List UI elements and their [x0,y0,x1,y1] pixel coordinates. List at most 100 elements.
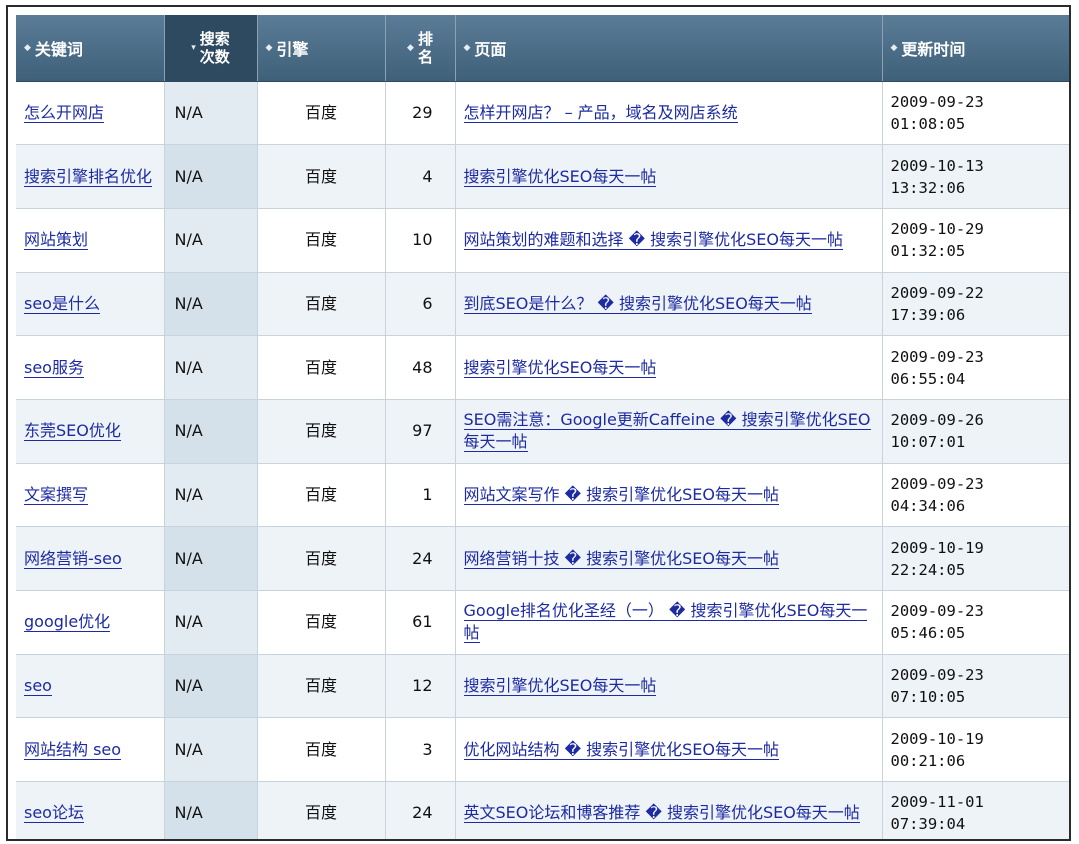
search-count-cell: N/A [164,781,258,839]
table-body: 怎么开网店 N/A 百度 29 怎样开网店？ – 产品，域名及网店系统 2009-09-2… [16,81,1069,839]
engine-cell: 百度 [257,272,386,337]
search-count-cell: N/A [164,335,258,400]
column-header-engine[interactable]: ◆ 引擎 [257,15,386,82]
engine-cell: 百度 [257,654,386,719]
search-count-cell: N/A [164,717,258,783]
engine-cell: 百度 [257,399,386,464]
updated-time: 05:46:05 [890,624,966,643]
keyword-link[interactable]: seo论坛 [24,803,84,824]
updated-time-cell: 2009-09-23 04:34:06 [882,463,1069,528]
table-row: seo N/A 百度 12 搜索引擎优化SEO每天一帖 2009-09-23 07:10:0… [16,654,1069,719]
rank-cell: 10 [385,208,456,273]
page-link[interactable]: 优化网站结构 � 搜索引擎优化SEO每天一帖 [463,739,779,760]
keyword-cell: seo论坛 [16,781,165,839]
page-cell: 到底SEO是什么？ � 搜索引擎优化SEO每天一帖 [455,272,883,337]
updated-time-cell: 2009-09-23 06:55:04 [882,335,1069,400]
sort-icon: ◆ [265,42,273,53]
updated-time: 06:55:04 [890,369,966,388]
rank-cell: 3 [385,717,456,783]
keyword-link[interactable]: 网站结构 seo [24,739,122,760]
rankings-panel: ◆ 关键词 ▾ 搜索 次数 ◆ 引擎 ◆ 排 名 ◆ 页面 ◆ 更新时间 怎么开… [6,5,1071,841]
keyword-link[interactable]: 网站策划 [24,230,89,251]
page-link[interactable]: Google排名优化圣经（一） � 搜索引擎优化SEO每天一帖 [463,601,868,644]
page-link[interactable]: 网络营销十技 � 搜索引擎优化SEO每天一帖 [463,548,779,569]
updated-time-cell: 2009-10-19 00:21:06 [882,717,1069,783]
column-header-updated[interactable]: ◆ 更新时间 [882,15,1069,82]
updated-date: 2009-10-19 [890,538,984,557]
rank-cell: 24 [385,526,456,591]
rank-cell: 29 [385,81,456,146]
updated-date: 2009-09-23 [890,347,984,366]
column-header-search-count[interactable]: ▾ 搜索 次数 [164,15,258,82]
keyword-link[interactable]: seo服务 [24,357,84,378]
column-header-rank[interactable]: ◆ 排 名 [385,15,456,82]
search-count-cell: N/A [164,208,258,273]
updated-time: 07:39:04 [890,815,966,834]
updated-time-cell: 2009-10-29 01:32:05 [882,208,1069,273]
column-header-label: 引擎 [276,39,309,59]
page-link[interactable]: 到底SEO是什么？ � 搜索引擎优化SEO每天一帖 [463,293,812,314]
column-header-page[interactable]: ◆ 页面 [455,15,883,82]
keyword-link[interactable]: 搜索引擎排名优化 [24,166,153,187]
updated-time-cell: 2009-10-19 22:24:05 [882,526,1069,591]
updated-time: 01:08:05 [890,114,966,133]
keyword-cell: seo服务 [16,335,165,400]
updated-date: 2009-09-22 [890,283,984,302]
updated-date: 2009-10-19 [890,729,984,748]
column-header-keyword[interactable]: ◆ 关键词 [16,15,165,82]
updated-time: 04:34:06 [890,496,966,515]
keyword-cell: 网络营销-seo [16,526,165,591]
page-cell: 网站策划的难题和选择 � 搜索引擎优化SEO每天一帖 [455,208,883,273]
table-row: seo论坛 N/A 百度 24 英文SEO论坛和博客推荐 � 搜索引擎优化SEO每天一帖… [16,781,1069,839]
table-row: 网站策划 N/A 百度 10 网站策划的难题和选择 � 搜索引擎优化SEO每天一帖 200… [16,208,1069,273]
engine-cell: 百度 [257,335,386,400]
page-cell: 英文SEO论坛和博客推荐 � 搜索引擎优化SEO每天一帖 [455,781,883,839]
rank-cell: 97 [385,399,456,464]
engine-cell: 百度 [257,463,386,528]
keyword-cell: 怎么开网店 [16,81,165,146]
column-header-label: 页面 [474,39,507,59]
keyword-cell: 网站策划 [16,208,165,273]
rank-cell: 6 [385,272,456,337]
keyword-link[interactable]: seo [24,676,52,697]
page-link[interactable]: SEO需注意：Google更新Caffeine � 搜索引擎优化SEO每天一帖 [463,410,871,453]
page-link[interactable]: 搜索引擎优化SEO每天一帖 [463,357,657,378]
page-link[interactable]: 搜索引擎优化SEO每天一帖 [463,166,657,187]
keyword-link[interactable]: seo是什么 [24,293,100,314]
keyword-link[interactable]: 怎么开网店 [24,102,105,123]
rank-cell: 48 [385,335,456,400]
table-row: seo服务 N/A 百度 48 搜索引擎优化SEO每天一帖 2009-09-23 06:55… [16,335,1069,400]
engine-cell: 百度 [257,717,386,783]
engine-cell: 百度 [257,781,386,839]
sort-icon: ◆ [24,42,31,53]
page-link[interactable]: 网站文案写作 � 搜索引擎优化SEO每天一帖 [463,484,779,505]
page-link[interactable]: 英文SEO论坛和博客推荐 � 搜索引擎优化SEO每天一帖 [463,803,860,824]
search-count-cell: N/A [164,590,258,655]
column-header-label-line: 名 [417,47,433,66]
search-count-cell: N/A [164,526,258,591]
keyword-link[interactable]: google优化 [24,612,111,633]
page-cell: 怎样开网店？ – 产品，域名及网店系统 [455,81,883,146]
sort-icon: ◆ [407,42,414,53]
updated-time: 01:32:05 [890,242,966,261]
table-row: 搜索引擎排名优化 N/A 百度 4 搜索引擎优化SEO每天一帖 2009-10-13 13:… [16,144,1069,209]
page-cell: 网络营销十技 � 搜索引擎优化SEO每天一帖 [455,526,883,591]
table-row: seo是什么 N/A 百度 6 到底SEO是什么？ � 搜索引擎优化SEO每天一帖 200… [16,272,1069,337]
page-cell: 搜索引擎优化SEO每天一帖 [455,335,883,400]
sort-desc-icon: ▾ [191,42,196,53]
sort-icon: ◆ [890,42,898,53]
page-cell: 搜索引擎优化SEO每天一帖 [455,144,883,209]
updated-date: 2009-09-23 [890,92,984,111]
keyword-link[interactable]: 东莞SEO优化 [24,421,121,442]
keyword-link[interactable]: 文案撰写 [24,484,89,505]
keyword-cell: 东莞SEO优化 [16,399,165,464]
updated-date: 2009-11-01 [890,793,984,812]
page-link[interactable]: 网站策划的难题和选择 � 搜索引擎优化SEO每天一帖 [463,230,843,251]
page-link[interactable]: 怎样开网店？ – 产品，域名及网店系统 [463,102,738,123]
page-link[interactable]: 搜索引擎优化SEO每天一帖 [463,676,657,697]
column-header-label-line: 排 [417,29,433,48]
rank-cell: 1 [385,463,456,528]
updated-time-cell: 2009-09-23 05:46:05 [882,590,1069,655]
keyword-link[interactable]: 网络营销-seo [24,548,122,569]
column-header-label: 更新时间 [901,39,966,59]
